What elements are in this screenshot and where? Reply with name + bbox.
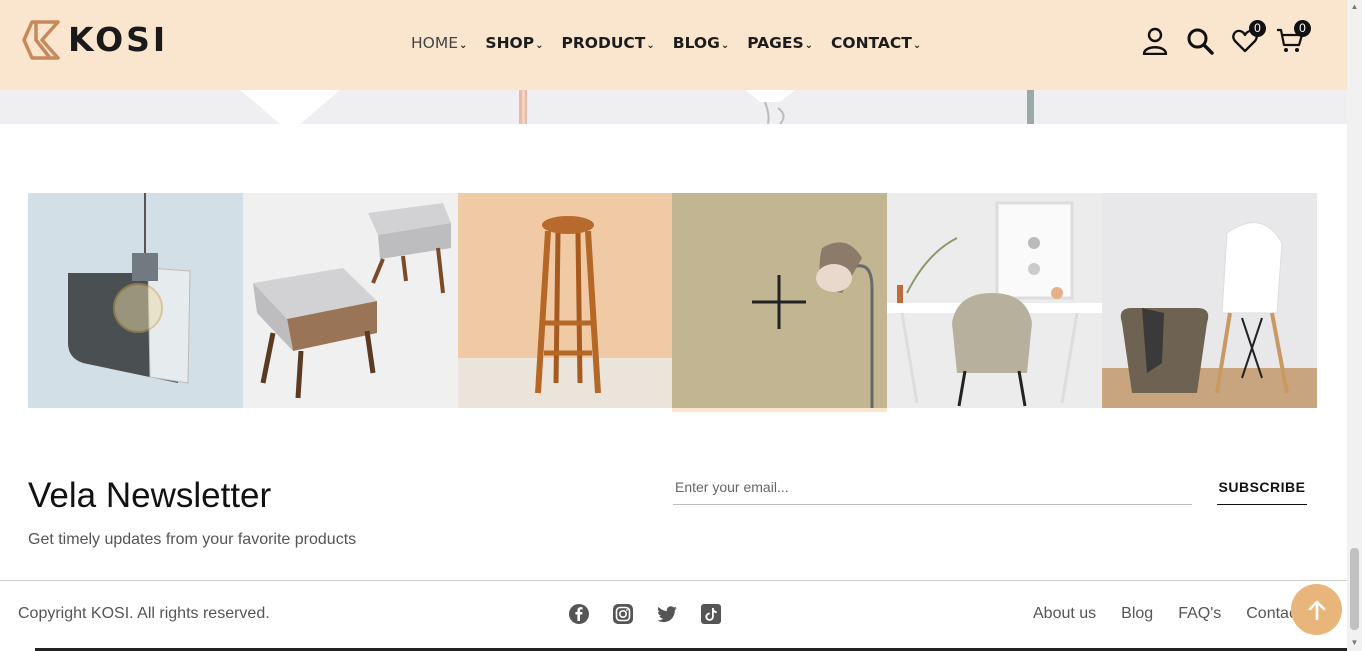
desk-chair-image xyxy=(887,193,1103,408)
nav-label: PRODUCT xyxy=(561,34,646,52)
back-to-top-button[interactable] xyxy=(1291,584,1342,635)
footer-link-faq[interactable]: FAQ's xyxy=(1178,605,1221,623)
scroll-down-arrow-icon[interactable]: ▼ xyxy=(1350,638,1359,648)
gallery-tile-white-chair[interactable] xyxy=(1102,193,1317,408)
nav-blog[interactable]: BLOG ⌄ xyxy=(673,33,729,53)
main-nav: HOME ⌄ SHOP ⌄ PRODUCT ⌄ BLOG ⌄ PAGES ⌄ C… xyxy=(411,33,939,53)
gallery-tile-bar-stool[interactable] xyxy=(457,193,673,408)
nav-product[interactable]: PRODUCT ⌄ xyxy=(562,33,655,53)
instagram-icon[interactable] xyxy=(612,603,634,625)
wishlist-count-badge: 0 xyxy=(1249,20,1266,37)
hero-lamps-illustration xyxy=(240,90,1034,124)
chevron-down-icon: ⌄ xyxy=(720,40,730,51)
gallery-tile-desk-chair[interactable] xyxy=(887,193,1103,408)
nav-contact[interactable]: CONTACT ⌄ xyxy=(831,33,921,53)
footer-divider xyxy=(0,580,1347,581)
site-header: KOSI HOME ⌄ SHOP ⌄ PRODUCT ⌄ BLOG ⌄ PAGE… xyxy=(0,0,1347,90)
subscribe-button[interactable]: SUBSCRIBE xyxy=(1217,470,1307,505)
chevron-down-icon: ⌄ xyxy=(912,40,922,51)
gallery-tile-pendant-lamp[interactable] xyxy=(28,193,243,408)
gallery-tile-side-tables[interactable] xyxy=(242,193,458,408)
footer-links: About us Blog FAQ's Contact xyxy=(1033,605,1326,623)
facebook-icon[interactable] xyxy=(568,603,590,625)
cart-count-badge: 0 xyxy=(1294,20,1311,37)
chevron-down-icon: ⌄ xyxy=(535,40,544,51)
account-button[interactable] xyxy=(1140,24,1170,58)
cart-button[interactable]: 0 xyxy=(1275,20,1311,58)
scrollbar-thumb[interactable] xyxy=(1350,548,1359,630)
user-icon xyxy=(1142,27,1168,55)
nav-home[interactable]: HOME ⌄ xyxy=(411,33,467,53)
nav-pages[interactable]: PAGES ⌄ xyxy=(747,33,813,53)
twitter-icon[interactable] xyxy=(656,603,678,625)
nav-shop[interactable]: SHOP ⌄ xyxy=(485,33,543,53)
instagram-gallery xyxy=(28,193,1317,412)
newsletter-title: Vela Newsletter xyxy=(28,476,272,515)
chevron-down-icon: ⌄ xyxy=(646,40,655,51)
logo[interactable]: KOSI xyxy=(22,20,168,60)
nav-label: HOME xyxy=(411,34,459,52)
scroll-up-arrow-icon[interactable]: ▲ xyxy=(1350,2,1359,12)
nav-label: PAGES xyxy=(747,34,804,52)
page-scrollbar[interactable]: ▲ ▼ xyxy=(1347,0,1362,651)
nav-label: BLOG xyxy=(672,34,720,52)
copyright-text: Copyright KOSI. All rights reserved. xyxy=(18,605,270,622)
pendant-lamp-image xyxy=(28,193,243,408)
chevron-down-icon: ⌄ xyxy=(459,40,468,51)
logo-mark-icon xyxy=(22,20,60,60)
header-icons: 0 0 xyxy=(1140,20,1320,58)
footer-link-about[interactable]: About us xyxy=(1033,605,1096,623)
wishlist-button[interactable]: 0 xyxy=(1230,20,1266,58)
white-chair-basket-image xyxy=(1102,193,1317,408)
logo-text: KOSI xyxy=(68,20,169,59)
nav-label: SHOP xyxy=(485,34,535,52)
tiktok-icon[interactable] xyxy=(700,603,722,625)
plus-icon xyxy=(752,275,807,329)
nav-label: CONTACT xyxy=(831,34,912,52)
gallery-tile-floor-lamp[interactable] xyxy=(672,193,888,412)
bar-stool-image xyxy=(457,193,673,408)
search-icon xyxy=(1187,28,1214,55)
chevron-down-icon: ⌄ xyxy=(804,40,814,51)
email-input[interactable] xyxy=(673,470,1192,505)
footer-link-blog[interactable]: Blog xyxy=(1121,605,1153,623)
social-links xyxy=(568,603,744,625)
newsletter-subtitle: Get timely updates from your favorite pr… xyxy=(28,531,357,548)
search-button[interactable] xyxy=(1185,24,1215,58)
hero-image-bottom xyxy=(0,90,1347,124)
side-tables-image xyxy=(242,193,458,408)
arrow-up-icon xyxy=(1308,600,1325,620)
